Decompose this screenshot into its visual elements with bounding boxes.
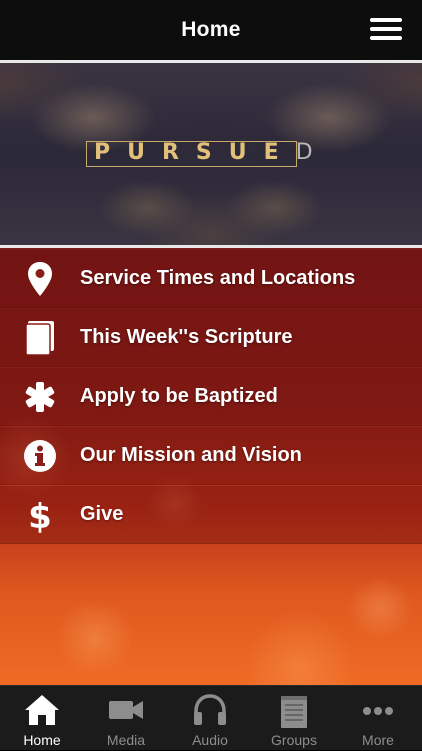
tab-audio[interactable]: Audio bbox=[168, 686, 252, 751]
banner-frame-line bbox=[86, 166, 296, 167]
tab-label: Home bbox=[23, 732, 61, 748]
menu-item-label: Give bbox=[80, 503, 124, 525]
tab-groups[interactable]: Groups bbox=[252, 686, 336, 751]
menu-item-service-times[interactable]: Service Times and Locations bbox=[0, 250, 422, 308]
notepad-icon bbox=[276, 694, 312, 728]
more-dots-icon bbox=[360, 694, 396, 726]
dollar-icon: $ bbox=[24, 497, 56, 533]
top-bar: Home bbox=[0, 0, 422, 60]
menu-item-baptism[interactable]: Apply to be Baptized bbox=[0, 368, 422, 426]
svg-text:$: $ bbox=[28, 497, 52, 533]
sermon-series-banner[interactable]: PURSUED bbox=[0, 60, 422, 248]
menu-item-label: This Week''s Scripture bbox=[80, 326, 293, 348]
info-icon bbox=[24, 439, 56, 472]
hamburger-menu-icon[interactable] bbox=[370, 18, 402, 40]
banner-title: PURSUED bbox=[94, 140, 330, 165]
menu-item-label: Apply to be Baptized bbox=[80, 385, 278, 407]
menu-item-label: Service Times and Locations bbox=[80, 267, 356, 289]
asterisk-icon bbox=[24, 381, 56, 413]
tab-home[interactable]: Home bbox=[0, 686, 84, 751]
tab-label: Audio bbox=[192, 732, 228, 748]
page-title: Home bbox=[181, 18, 241, 41]
banner-title-main: PURSUE bbox=[94, 140, 296, 165]
tab-more[interactable]: More bbox=[336, 686, 420, 751]
banner-frame-line bbox=[86, 141, 87, 167]
banner-title-faded: D bbox=[295, 140, 330, 165]
menu-item-mission[interactable]: Our Mission and Vision bbox=[0, 427, 422, 485]
book-icon bbox=[24, 320, 56, 355]
tab-label: Media bbox=[106, 732, 146, 748]
tab-media[interactable]: Media bbox=[84, 686, 168, 751]
bottom-tab-bar: Home Media Audio Groups More bbox=[0, 685, 422, 750]
home-menu: Service Times and Locations This Week''s… bbox=[0, 248, 422, 685]
video-camera-icon bbox=[108, 694, 144, 726]
home-icon bbox=[24, 694, 60, 726]
headphones-icon bbox=[192, 694, 228, 726]
tab-label: More bbox=[362, 732, 394, 748]
menu-item-give[interactable]: $ Give bbox=[0, 486, 422, 544]
menu-item-label: Our Mission and Vision bbox=[80, 444, 302, 466]
location-pin-icon bbox=[24, 261, 56, 296]
menu-item-scripture[interactable]: This Week''s Scripture bbox=[0, 309, 422, 367]
tab-label: Groups bbox=[271, 732, 317, 748]
